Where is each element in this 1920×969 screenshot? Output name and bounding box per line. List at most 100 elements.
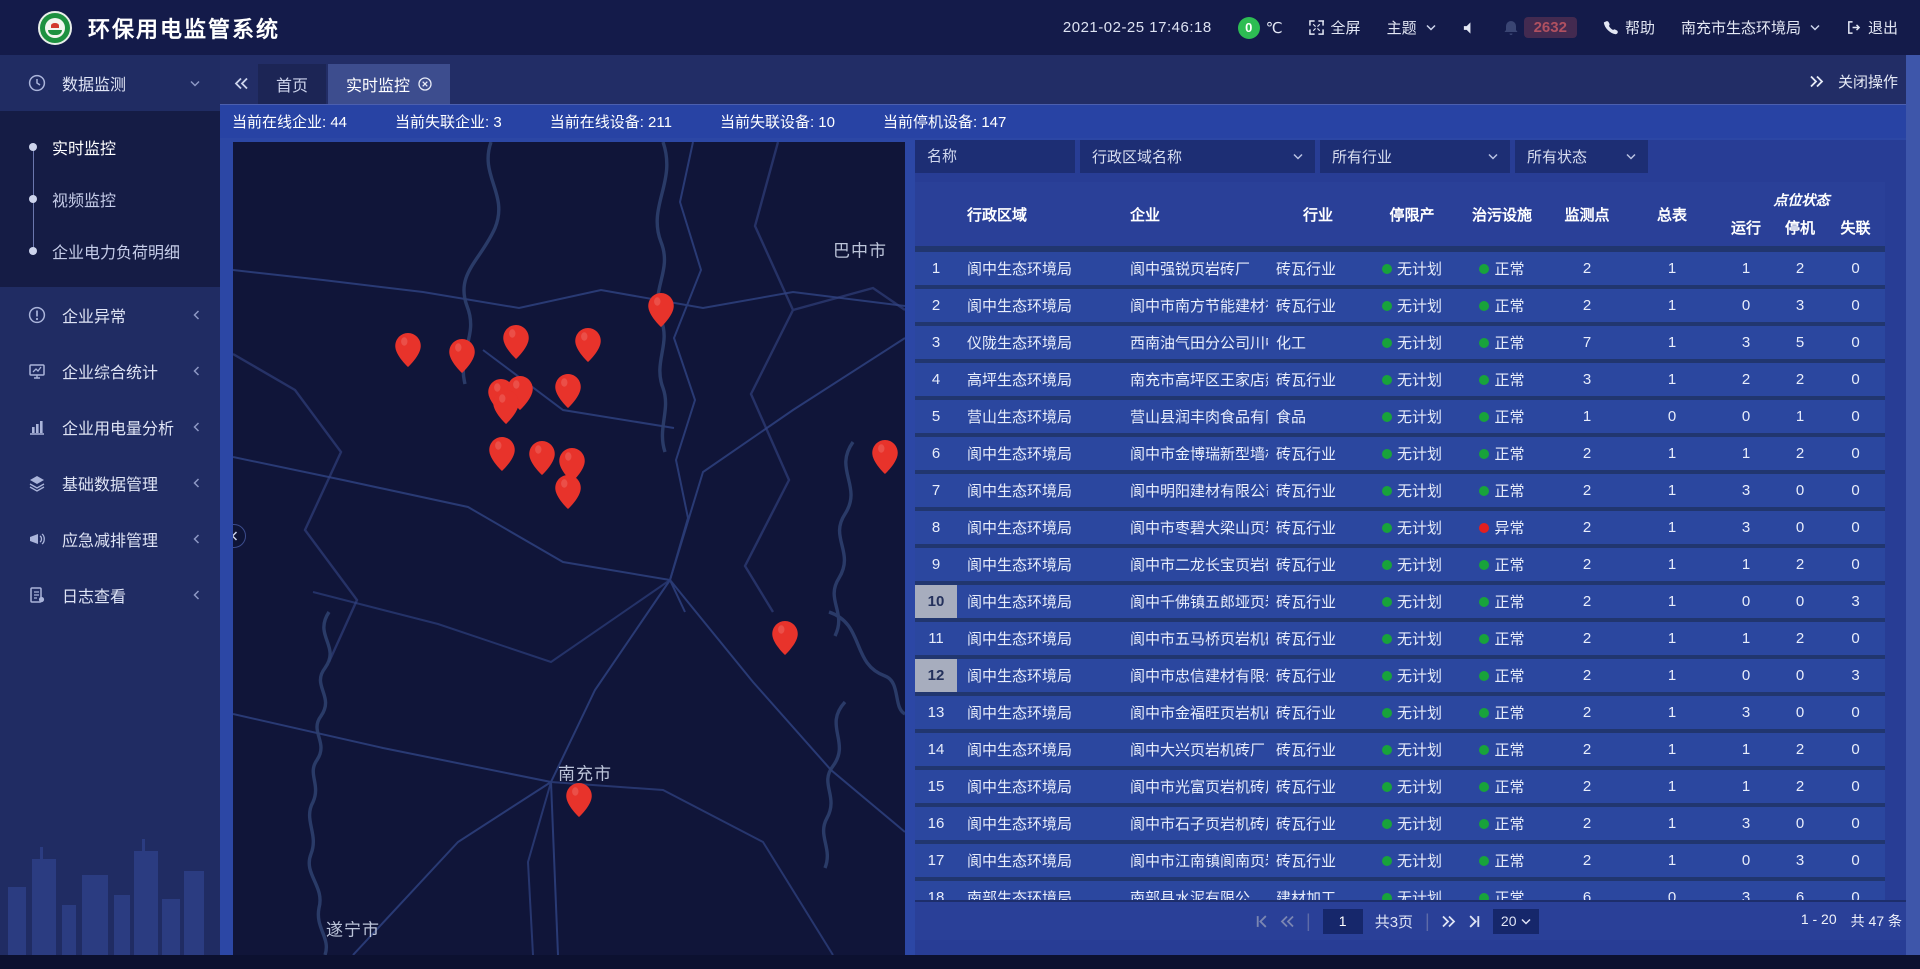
tabs-scroll-left-button[interactable] [234, 77, 248, 90]
theme-dropdown[interactable]: 主题 [1387, 17, 1436, 38]
table-row[interactable]: 14阆中生态环境局阆中大兴页岩机砖厂砖瓦行业无计划正常21120 [915, 733, 1885, 766]
chevron-down-icon [1626, 153, 1636, 160]
map-pin[interactable] [575, 328, 601, 362]
tabs-scroll-right-button[interactable] [1810, 75, 1824, 88]
tab-1[interactable]: 首页 [258, 64, 326, 104]
row-production-status: 无计划 [1368, 258, 1456, 279]
table-row[interactable]: 9阆中生态环境局阆中市二龙长宝页岩砖砖瓦行业无计划正常21120 [915, 548, 1885, 581]
next-page-button[interactable] [1442, 915, 1456, 928]
topbar: 环保用电监管系统 2021-02-25 17:46:18 0 ℃ 全屏 主题 2… [0, 0, 1920, 55]
chevron-left-icon [193, 310, 200, 320]
prev-page-button[interactable] [1280, 915, 1294, 928]
table-row[interactable]: 6阆中生态环境局阆中市金博瑞新型墙材砖瓦行业无计划正常21120 [915, 437, 1885, 470]
logout-button[interactable]: 退出 [1846, 17, 1898, 38]
row-offline: 0 [1826, 889, 1885, 900]
row-production-status: 无计划 [1368, 628, 1456, 649]
table-row[interactable]: 12阆中生态环境局阆中市忠信建材有限公砖瓦行业无计划正常21003 [915, 659, 1885, 692]
last-page-button[interactable] [1468, 915, 1481, 928]
map-pin[interactable] [449, 339, 475, 373]
map-pin[interactable] [872, 440, 898, 474]
row-company: 南部县水泥有限公 [1110, 887, 1268, 900]
sidebar-item-5[interactable]: 基础数据管理 [0, 455, 220, 511]
row-production-status: 无计划 [1368, 739, 1456, 760]
row-points: 2 [1548, 556, 1626, 573]
table-row[interactable]: 4高坪生态环境局南充市高坪区王家店建砖瓦行业无计划正常31220 [915, 363, 1885, 396]
map-pin[interactable] [566, 783, 592, 817]
gauge-icon [28, 74, 50, 92]
sound-button[interactable] [1462, 21, 1477, 35]
status-dot [1479, 597, 1489, 607]
row-company: 阆中大兴页岩机砖厂 [1110, 739, 1268, 760]
sidebar-item-2[interactable]: 企业异常 [0, 287, 220, 343]
table-row[interactable]: 8阆中生态环境局阆中市枣碧大梁山页岩砖瓦行业无计划异常21300 [915, 511, 1885, 544]
sidebar-subitem[interactable]: 实时监控 [0, 121, 220, 173]
chevron-left-icon [193, 422, 200, 432]
row-meters: 1 [1626, 815, 1718, 832]
first-page-button[interactable] [1255, 915, 1268, 928]
table-row[interactable]: 15阆中生态环境局阆中市光富页岩机砖厂砖瓦行业无计划正常21120 [915, 770, 1885, 803]
row-offline: 0 [1826, 445, 1885, 462]
map-pin[interactable] [772, 621, 798, 655]
notifications-button[interactable]: 2632 [1503, 17, 1577, 38]
row-index: 5 [915, 400, 957, 433]
table-row[interactable]: 3仪陇生态环境局西南油气田分公司川中化工无计划正常71350 [915, 326, 1885, 359]
filter-row: 行政区域名称 所有行业 所有状态 [915, 140, 1648, 173]
map-pin[interactable] [555, 475, 581, 509]
close-operations-button[interactable]: 关闭操作 [1838, 71, 1898, 92]
row-index: 1 [915, 252, 957, 285]
bell-icon [1503, 20, 1519, 36]
sidebar-subitem[interactable]: 企业电力负荷明细 [0, 225, 220, 277]
table-row[interactable]: 2阆中生态环境局阆中市南方节能建材有砖瓦行业无计划正常21030 [915, 289, 1885, 322]
status-filter-select[interactable]: 所有状态 [1515, 140, 1648, 173]
scrollbar[interactable] [1906, 55, 1920, 955]
sidebar-item-7[interactable]: 日志查看 [0, 567, 220, 623]
row-production-status: 无计划 [1368, 295, 1456, 316]
fullscreen-button[interactable]: 全屏 [1309, 17, 1361, 38]
industry-filter-select[interactable]: 所有行业 [1320, 140, 1510, 173]
page-number-input[interactable] [1323, 909, 1363, 934]
map-pin[interactable] [648, 293, 674, 327]
row-offline: 0 [1826, 260, 1885, 277]
row-offline: 0 [1826, 482, 1885, 499]
table-row[interactable]: 1阆中生态环境局阆中强锐页岩砖厂砖瓦行业无计划正常21120 [915, 252, 1885, 285]
tab-2[interactable]: 实时监控 [328, 64, 450, 104]
table-row[interactable]: 7阆中生态环境局阆中明阳建材有限公司砖瓦行业无计划正常21300 [915, 474, 1885, 507]
table-row[interactable]: 11阆中生态环境局阆中市五马桥页岩机砖砖瓦行业无计划正常21120 [915, 622, 1885, 655]
sidebar-item-1[interactable]: 数据监测 [0, 55, 220, 111]
map-canvas[interactable]: 巴中市南充市遂宁市 [233, 142, 905, 955]
row-offline: 0 [1826, 852, 1885, 869]
sidebar-item-3[interactable]: 企业综合统计 [0, 343, 220, 399]
map-pin[interactable] [395, 333, 421, 367]
table-row[interactable]: 18南部生态环境局南部县水泥有限公建材加工无计划正常60360 [915, 881, 1885, 900]
status-text: 正常 [1494, 702, 1524, 723]
table-row[interactable]: 16阆中生态环境局阆中市石子页岩机砖厂砖瓦行业无计划正常21300 [915, 807, 1885, 840]
map-pin[interactable] [493, 390, 519, 424]
row-meters: 1 [1626, 593, 1718, 610]
map-pin[interactable] [489, 437, 515, 471]
close-icon[interactable] [418, 77, 432, 91]
map-pin[interactable] [529, 441, 555, 475]
help-button[interactable]: 帮助 [1603, 17, 1655, 38]
table-row[interactable]: 17阆中生态环境局阆中市江南镇阆南页岩砖瓦行业无计划正常21030 [915, 844, 1885, 877]
row-company: 阆中市光富页岩机砖厂 [1110, 776, 1268, 797]
table-row[interactable]: 10阆中生态环境局阆中千佛镇五郎垭页岩砖瓦行业无计划正常21003 [915, 585, 1885, 618]
page-size-select[interactable]: 20 [1493, 909, 1539, 934]
status-dot [1382, 597, 1392, 607]
sidebar-subitem[interactable]: 视频监控 [0, 173, 220, 225]
stat-item: 当前停机设备: 147 [883, 111, 1006, 132]
status-dot [1479, 560, 1489, 570]
status-text: 无计划 [1397, 591, 1442, 612]
org-dropdown[interactable]: 南充市生态环境局 [1681, 17, 1820, 38]
table-row[interactable]: 13阆中生态环境局阆中市金福旺页岩机砖砖瓦行业无计划正常21300 [915, 696, 1885, 729]
map-pin[interactable] [503, 325, 529, 359]
map-pin[interactable] [555, 374, 581, 408]
region-filter-select[interactable]: 行政区域名称 [1080, 140, 1315, 173]
status-dot [1382, 634, 1392, 644]
table-row[interactable]: 5营山生态环境局营山县润丰肉食品有限食品无计划正常10010 [915, 400, 1885, 433]
name-filter-field[interactable] [915, 140, 1075, 173]
name-filter-input[interactable] [927, 148, 1063, 165]
row-company: 阆中千佛镇五郎垭页岩 [1110, 591, 1268, 612]
row-meters: 0 [1626, 889, 1718, 900]
sidebar-item-4[interactable]: 企业用电量分析 [0, 399, 220, 455]
sidebar-item-6[interactable]: 应急减排管理 [0, 511, 220, 567]
